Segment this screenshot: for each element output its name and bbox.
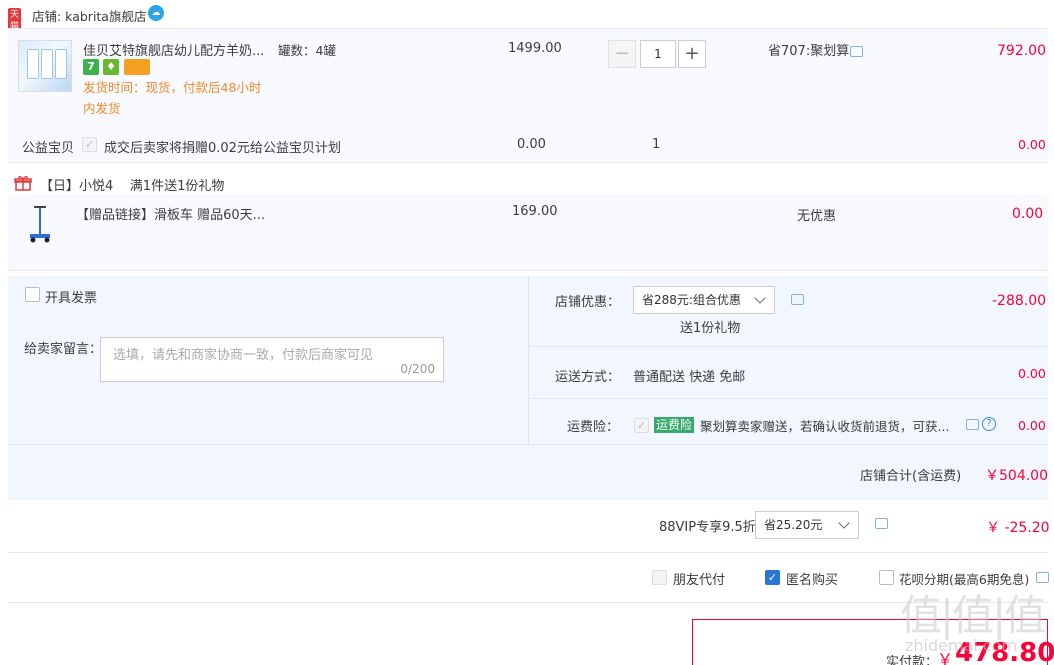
shop-discount-note: 送1份礼物 [680, 321, 741, 336]
delivery-amount: 0.00 [1018, 366, 1046, 381]
panel-vertical-divider [528, 276, 529, 444]
divider [8, 602, 1048, 603]
item2-title[interactable]: 【赠品链接】滑板车 赠品60天... [76, 204, 265, 223]
divider [8, 552, 1048, 553]
insurance-text: 聚划算卖家赠送，若确认收货前退货，可获... [700, 419, 950, 434]
item1-subtotal: 792.00 [997, 43, 1046, 59]
item2-thumbnail[interactable] [24, 204, 56, 244]
item1-thumbnail[interactable] [18, 40, 72, 92]
item2-unit-price: 169.00 [512, 204, 558, 219]
message-counter: 0/200 [400, 362, 435, 376]
help-icon[interactable]: ? [982, 417, 996, 431]
product-can-icon [55, 49, 67, 79]
chevron-down-icon [754, 292, 766, 304]
insurance-amount: 0.00 [1018, 418, 1046, 433]
panel-divider [8, 444, 1048, 445]
charity-quantity: 1 [652, 137, 661, 152]
android-service-icon: ♦ [103, 59, 119, 75]
charity-price: 0.00 [517, 137, 546, 152]
product-can-icon [27, 49, 39, 79]
seven-day-return-icon: 7 [83, 59, 99, 75]
friend-pay-checkbox [652, 570, 667, 585]
divider [8, 270, 1048, 271]
watermark-site: zhidemai.com [905, 636, 1018, 655]
insurance-label: 运费险： [567, 420, 620, 435]
charity-text: 成交后卖家将捐赠0.02元给公益宝贝计划 [104, 141, 341, 156]
item1-ship-time: 发货时间：现货，付款后48小时 [83, 80, 262, 95]
item1-spec: 罐数：4罐 [278, 43, 336, 58]
anonymous-checkbox[interactable]: ✓ [765, 570, 780, 585]
charity-checkbox: ✓ [82, 137, 97, 152]
shop-discount-value: 省288元:组合优惠 [642, 293, 741, 307]
quantity-input[interactable]: 1 [640, 40, 676, 68]
panel-divider [528, 398, 1048, 399]
item2-subtotal: 0.00 [1012, 206, 1044, 222]
seller-message-textarea[interactable]: 选填，请先和商家协商一致，付款后商家可见 0/200 [100, 337, 444, 382]
vip-amount: ￥ -25.20 [986, 520, 1050, 536]
chevron-down-icon [838, 517, 850, 529]
wangwang-chat-icon[interactable]: ☁ [148, 5, 164, 21]
shop-discount-label: 店铺优惠： [555, 295, 621, 310]
vip-discount-select[interactable]: 省25.20元 [755, 511, 859, 539]
comment-icon[interactable] [791, 294, 804, 305]
anonymous-label[interactable]: 匿名购买 [786, 569, 838, 588]
delivery-label: 运送方式： [555, 370, 621, 385]
product-can-icon [41, 49, 53, 79]
delivery-value: 普通配送 快递 免邮 [633, 370, 746, 385]
vip-select-value: 省25.20元 [764, 518, 823, 532]
shop-discount-select[interactable]: 省288元:组合优惠 [633, 286, 775, 314]
insurance-checkbox: ✓ [634, 418, 649, 433]
panel-divider [528, 346, 1048, 347]
item1-unit-price: 1499.00 [508, 41, 562, 56]
watermark-logo: 值|值|值 [900, 591, 1046, 640]
gift-icon [14, 175, 32, 191]
charity-subtotal: 0.00 [1018, 137, 1046, 152]
comment-icon[interactable] [850, 46, 863, 57]
divider [8, 162, 1048, 163]
message-placeholder: 选填，请先和商家协商一致，付款后商家可见 [113, 348, 374, 363]
card-payment-icon [124, 59, 150, 75]
item2-discount: 无优惠 [797, 209, 837, 224]
message-label: 给卖家留言： [24, 342, 103, 357]
charity-label: 公益宝贝 [22, 141, 75, 156]
vip-label: 88VIP专享9.5折 [659, 520, 756, 535]
shop-name[interactable]: 店铺: kabrita旗舰店 [32, 6, 146, 25]
invoice-checkbox[interactable] [25, 287, 40, 302]
item1-title[interactable]: 佳贝艾特旗舰店幼儿配方羊奶... [83, 40, 264, 59]
item1-discount: 省707:聚划算 [768, 44, 850, 59]
huabei-checkbox[interactable] [879, 570, 894, 585]
item1-ship-time-cont: 内发货 [83, 101, 121, 116]
comment-icon[interactable] [966, 419, 979, 430]
shop-total-label: 店铺合计(含运费) [860, 469, 962, 484]
shop-discount-amount: -288.00 [992, 293, 1047, 309]
quantity-minus-button[interactable]: − [608, 40, 636, 68]
friend-pay-label: 朋友代付 [673, 573, 726, 588]
insurance-tag: 运费险 [654, 417, 695, 433]
quantity-plus-button[interactable]: + [678, 40, 706, 68]
comment-icon[interactable] [875, 518, 888, 529]
gift-promo-text: 【日】小悦4 满1件送1份礼物 [40, 179, 225, 194]
invoice-label[interactable]: 开具发票 [45, 287, 97, 306]
shop-total-value: ￥504.00 [985, 468, 1048, 484]
